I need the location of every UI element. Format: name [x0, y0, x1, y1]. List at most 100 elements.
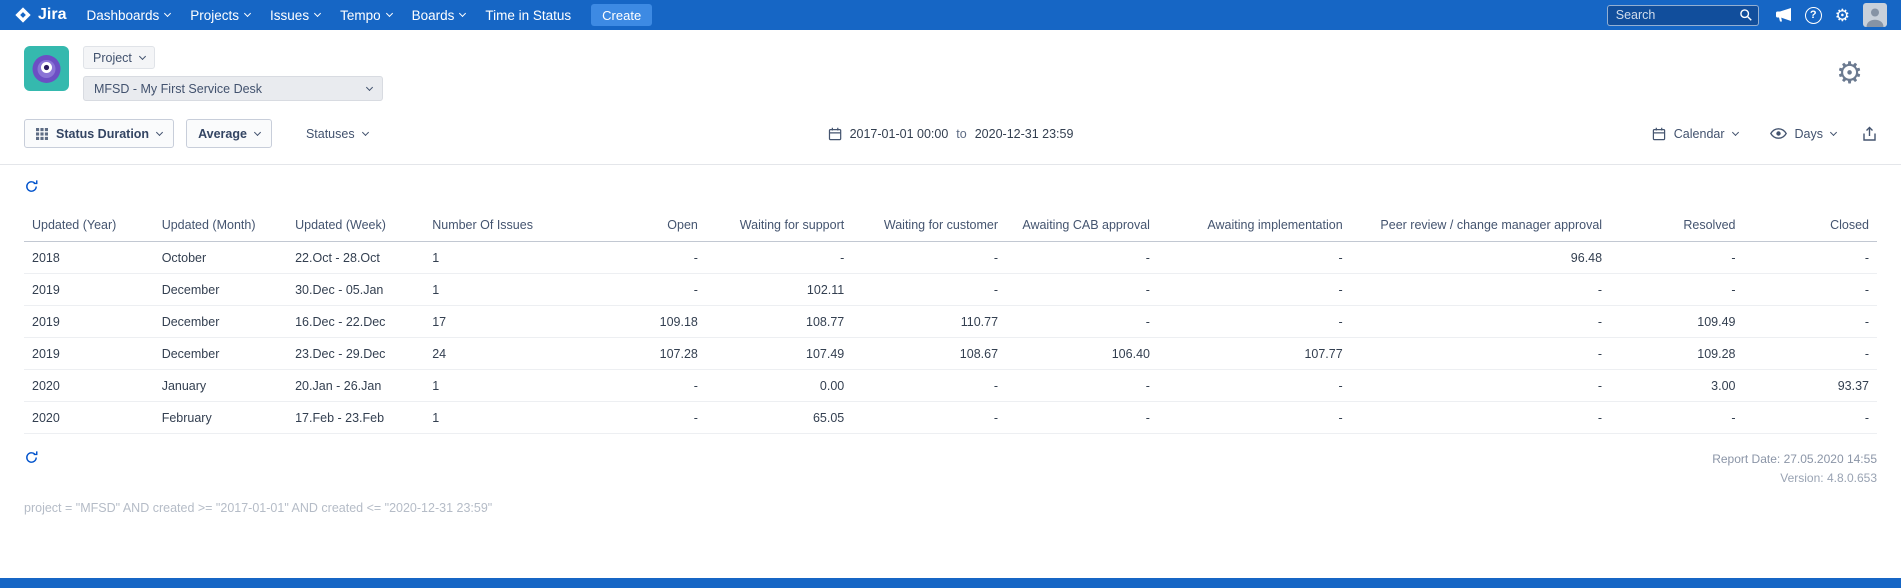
chevron-down-icon: [1731, 128, 1739, 136]
table-row: 2019 December 30.Dec - 05.Jan 1-102.11- - - - -…: [24, 273, 1877, 306]
column-header[interactable]: Peer review / change manager approval: [1350, 209, 1611, 242]
create-button[interactable]: Create: [591, 4, 653, 26]
export-icon[interactable]: [1862, 126, 1877, 142]
nav-item-boards[interactable]: Boards: [411, 7, 467, 23]
metric-label: Average: [198, 126, 247, 141]
table-cell: -: [1006, 369, 1158, 402]
chevron-down-icon: [164, 9, 172, 18]
table-cell: 107.49: [705, 337, 853, 370]
navbar-search: [1606, 4, 1759, 26]
table-cell: 110.77: [852, 305, 1007, 338]
table-cell: 17.Feb - 23.Feb: [287, 401, 425, 434]
table-cell: 93.37: [1743, 369, 1877, 402]
table-cell: 0.00: [705, 369, 853, 402]
project-select[interactable]: MFSD - My First Service Desk: [83, 76, 383, 101]
table-cell: -: [852, 273, 1007, 306]
table-cell: -: [1350, 369, 1611, 402]
calendar-dropdown[interactable]: Calendar: [1646, 127, 1744, 141]
nav-item-projects[interactable]: Projects: [190, 7, 252, 23]
project-avatar: [24, 46, 69, 91]
nav-item-tempo[interactable]: Tempo: [340, 8, 393, 23]
search-icon[interactable]: [1739, 8, 1753, 22]
date-range-picker[interactable]: 2017-01-01 00:00 to 2020-12-31 23:59: [828, 126, 1074, 141]
user-avatar[interactable]: [1863, 3, 1887, 27]
jira-logo-icon: [14, 6, 32, 24]
nav-item-label: Boards: [411, 7, 455, 23]
table-cell: -: [576, 241, 706, 274]
table-cell: -: [1006, 241, 1158, 274]
column-header[interactable]: Updated (Week): [287, 209, 425, 242]
column-header[interactable]: Awaiting CAB approval: [1006, 209, 1158, 242]
nav-item-issues[interactable]: Issues: [270, 7, 322, 23]
date-to-word: to: [956, 126, 967, 141]
chevron-down-icon: [365, 83, 374, 91]
table-cell: -: [576, 401, 706, 434]
calendar-dropdown-label: Calendar: [1673, 126, 1725, 141]
table-cell: February: [153, 401, 288, 434]
refresh-icon[interactable]: [24, 450, 39, 465]
report-toolbar: Status Duration Average Statuses 2017-01…: [24, 119, 1877, 148]
table-cell: 2019: [24, 337, 154, 370]
unit-dropdown[interactable]: Days: [1764, 127, 1842, 141]
table-cell: -: [705, 241, 853, 274]
table-row: 2020 February 17.Feb - 23.Feb 1-65.05- - - - - -: [24, 401, 1877, 434]
table-cell: -: [1610, 273, 1744, 306]
footer-meta: Report Date: 27.05.2020 14:55 Version: 4…: [1712, 450, 1877, 487]
table-cell: 2020: [24, 369, 154, 402]
table-cell: 2019: [24, 305, 154, 338]
column-header[interactable]: Resolved: [1610, 209, 1744, 242]
column-header[interactable]: Open: [576, 209, 706, 242]
announcement-icon[interactable]: [1775, 8, 1792, 22]
refresh-icon[interactable]: [24, 179, 39, 194]
table-cell: -: [1006, 305, 1158, 338]
table-cell: -: [1610, 241, 1744, 274]
project-controls: Project MFSD - My First Service Desk: [83, 46, 383, 101]
column-header[interactable]: Waiting for customer: [852, 209, 1007, 242]
search-input[interactable]: [1606, 4, 1759, 26]
table-cell: 65.05: [705, 401, 853, 434]
table-cell: -: [1743, 305, 1877, 338]
table-cell: December: [153, 337, 288, 370]
table-cell: 23.Dec - 29.Dec: [287, 337, 425, 370]
project-select-value: MFSD - My First Service Desk: [94, 81, 263, 96]
table-cell: 96.48: [1350, 241, 1611, 274]
calendar-icon: [828, 127, 842, 141]
project-header: Project MFSD - My First Service Desk ⚙: [24, 46, 1877, 101]
help-icon[interactable]: ?: [1804, 6, 1822, 24]
report-settings-gear-icon[interactable]: ⚙: [1836, 58, 1863, 89]
table-cell: -: [1157, 273, 1351, 306]
table-cell: 1: [424, 273, 577, 306]
settings-icon[interactable]: ⚙: [1835, 7, 1850, 24]
table-cell: 107.77: [1157, 337, 1351, 370]
calendar-icon: [1652, 127, 1666, 141]
nav-item-time-in-status[interactable]: Time in Status: [485, 8, 571, 23]
date-to: 2020-12-31 23:59: [974, 126, 1074, 141]
table-row: 2020 January 20.Jan - 26.Jan 1-0.00- - - -3.00…: [24, 369, 1877, 402]
jira-logo[interactable]: Jira: [14, 6, 66, 24]
table-cell: -: [576, 369, 706, 402]
column-header[interactable]: Waiting for support: [705, 209, 853, 242]
metric-button[interactable]: Average: [186, 119, 272, 148]
column-header[interactable]: Updated (Year): [24, 209, 154, 242]
nav-item-dashboards[interactable]: Dashboards: [86, 8, 172, 23]
table-cell: -: [1006, 401, 1158, 434]
table-cell: 17: [424, 305, 577, 338]
statuses-dropdown[interactable]: Statuses: [300, 127, 374, 141]
column-header[interactable]: Number Of Issues: [424, 209, 577, 242]
table-cell: -: [1743, 337, 1877, 370]
table-cell: -: [1743, 241, 1877, 274]
table-cell: 2019: [24, 273, 154, 306]
table-cell: -: [1743, 273, 1877, 306]
column-header[interactable]: Closed: [1743, 209, 1877, 242]
navbar-right: ? ⚙: [1606, 3, 1887, 27]
column-header[interactable]: Updated (Month): [153, 209, 288, 242]
column-header[interactable]: Awaiting implementation: [1157, 209, 1351, 242]
unit-dropdown-label: Days: [1794, 126, 1823, 141]
table-cell: 2020: [24, 401, 154, 434]
report-type-button[interactable]: Status Duration: [24, 119, 175, 148]
nav-item-label: Issues: [270, 7, 310, 23]
version-label: Version: 4.8.0.653: [1780, 470, 1877, 485]
nav-item-label: Time in Status: [485, 7, 572, 23]
project-type-button[interactable]: Project: [83, 46, 155, 69]
nav-item-label: Projects: [190, 7, 240, 23]
